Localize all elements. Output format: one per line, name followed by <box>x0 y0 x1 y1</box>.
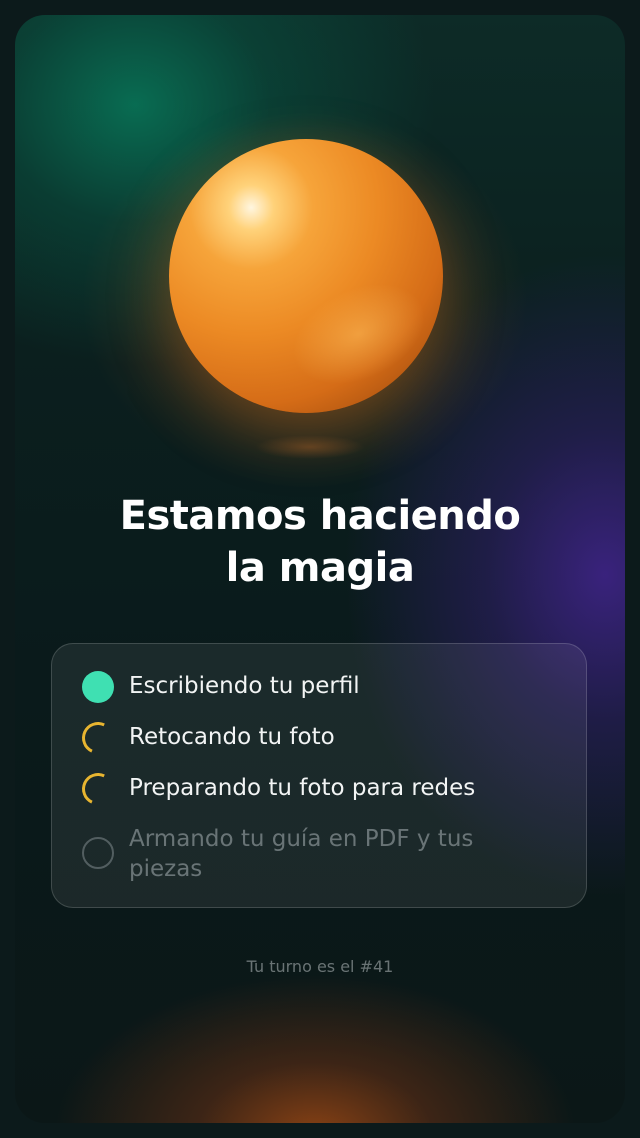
title-line-1: Estamos haciendo <box>119 493 521 539</box>
spinner-icon <box>77 768 119 810</box>
step-label: Armando tu guía en PDF y tus piezas <box>129 826 474 882</box>
step-item-photo-retouch: Retocando tu foto <box>77 717 562 759</box>
check-dot-icon <box>82 671 114 703</box>
step-label: Escribiendo tu perfil <box>129 673 360 699</box>
step-label: Preparando tu foto para redes <box>129 775 476 801</box>
orb-reflection <box>255 435 365 459</box>
step-label: Retocando tu foto <box>129 724 335 750</box>
app-screen: Estamos haciendo la magia Escribiendo tu… <box>0 0 640 1138</box>
step-item-pdf-guide: Armando tu guía en PDF y tus piezas <box>82 824 562 884</box>
title-line-2: la magia <box>225 545 415 591</box>
spinner-icon <box>77 717 119 759</box>
magic-orb-illustration <box>169 139 443 413</box>
empty-circle-icon <box>82 837 114 869</box>
progress-steps-panel: Escribiendo tu perfil Retocando tu foto … <box>51 643 587 908</box>
page-title: Estamos haciendo la magia <box>0 490 640 594</box>
step-item-social-photo: Preparando tu foto para redes <box>77 768 562 810</box>
step-item-profile: Escribiendo tu perfil <box>82 671 562 703</box>
queue-position-text: Tu turno es el #41 <box>246 957 394 976</box>
